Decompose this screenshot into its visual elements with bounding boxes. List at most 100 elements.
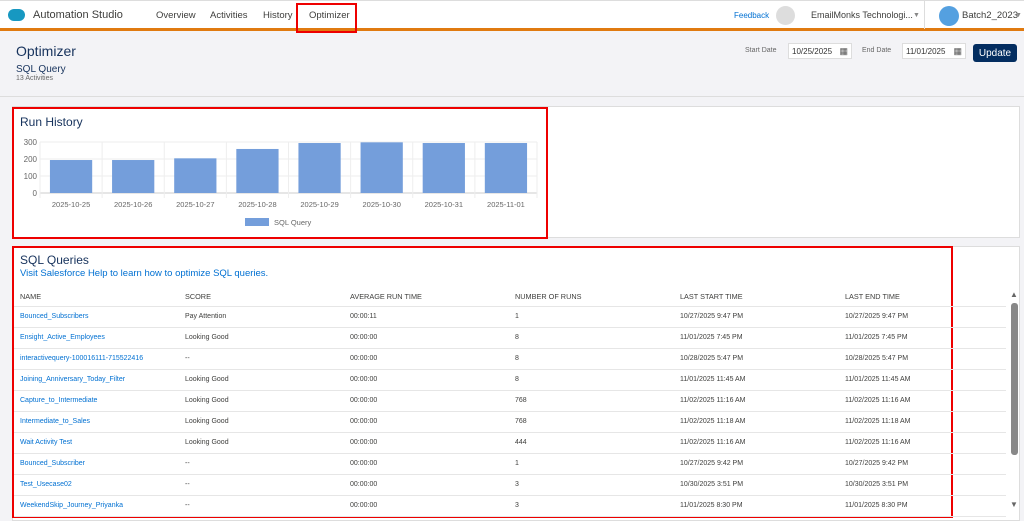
bar bbox=[484, 143, 528, 193]
table-row: interactivequery-100016111-715522416 -- 00… bbox=[14, 348, 1006, 370]
salesforce-cloud-logo bbox=[8, 9, 25, 21]
column-header[interactable]: LAST END TIME bbox=[839, 288, 1006, 307]
app-title: Automation Studio bbox=[33, 9, 123, 21]
user-avatar-icon[interactable] bbox=[939, 6, 959, 26]
org-switcher[interactable]: EmailMonks Technologi... bbox=[811, 10, 913, 20]
y-tick-label: 200 bbox=[24, 155, 38, 164]
query-name-link[interactable]: Bounced_Subscribers bbox=[14, 306, 179, 328]
table-cell: 00:00:00 bbox=[344, 327, 509, 349]
scrollbar[interactable]: ▲ ▼ bbox=[1008, 288, 1021, 512]
salesforce-help-link[interactable]: Visit Salesforce Help to learn how to op… bbox=[20, 268, 268, 279]
table-cell: 11/02/2025 11:16 AM bbox=[674, 390, 839, 412]
end-date-input[interactable]: 11/01/2025 ▦ bbox=[902, 43, 966, 59]
query-name-link[interactable]: Ensight_Active_Employees bbox=[14, 327, 179, 349]
column-header[interactable]: LAST START TIME bbox=[674, 288, 839, 307]
table-cell: 11/01/2025 11:45 AM bbox=[839, 369, 1006, 391]
table-row: Bounced_Subscriber -- 00:00:00 1 10/27/2025 … bbox=[14, 453, 1006, 475]
run-history-chart: 0 100 200 300 2025-10-25 2025-10-26 2025-10-27… bbox=[24, 138, 538, 227]
table-cell: 10/28/2025 5:47 PM bbox=[674, 348, 839, 370]
y-tick-label: 0 bbox=[33, 189, 38, 198]
table-cell: 11/01/2025 11:45 AM bbox=[674, 369, 839, 391]
query-name-link[interactable]: Intermediate_to_Sales bbox=[14, 411, 179, 433]
table-cell: Looking Good bbox=[179, 411, 344, 433]
table-cell: 11/02/2025 11:16 AM bbox=[839, 390, 1006, 412]
table-cell: 1 bbox=[509, 453, 674, 475]
x-tick-label: 2025-10-26 bbox=[114, 200, 152, 209]
table-cell: 10/27/2025 9:42 PM bbox=[839, 453, 1006, 475]
table-cell: 11/01/2025 7:45 PM bbox=[674, 327, 839, 349]
tab-overview[interactable]: Overview bbox=[156, 10, 196, 21]
tab-history[interactable]: History bbox=[263, 10, 293, 21]
end-date-label: End Date bbox=[862, 47, 892, 54]
table-cell: 00:00:00 bbox=[344, 453, 509, 475]
calendar-icon[interactable]: ▦ bbox=[953, 46, 962, 57]
start-date-label: Start Date bbox=[745, 47, 777, 54]
chart-title: Run History bbox=[20, 115, 83, 129]
table-cell: 8 bbox=[509, 327, 674, 349]
table-cell: 10/27/2025 9:42 PM bbox=[674, 453, 839, 475]
scroll-up-icon[interactable]: ▲ bbox=[1010, 290, 1018, 299]
table-cell: 11/02/2025 11:18 AM bbox=[674, 411, 839, 433]
table-cell: 11/02/2025 11:16 AM bbox=[839, 432, 1006, 454]
query-name-link[interactable]: Test_Usecase02 bbox=[14, 474, 179, 496]
table-cell: 00:00:00 bbox=[344, 495, 509, 517]
table-cell: 10/30/2025 3:51 PM bbox=[839, 474, 1006, 496]
tab-activities[interactable]: Activities bbox=[210, 10, 247, 21]
feedback-link[interactable]: Feedback bbox=[734, 11, 769, 20]
table-cell: 10/27/2025 9:47 PM bbox=[839, 306, 1006, 328]
column-header[interactable]: NUMBER OF RUNS bbox=[509, 288, 674, 307]
x-tick-label: 2025-10-25 bbox=[52, 200, 90, 209]
table-cell: 8 bbox=[509, 348, 674, 370]
table-cell: 00:00:00 bbox=[344, 474, 509, 496]
scroll-down-icon[interactable]: ▼ bbox=[1010, 500, 1018, 509]
column-header[interactable]: AVERAGE RUN TIME bbox=[344, 288, 509, 307]
top-bar: Automation Studio Overview Activities Hi… bbox=[0, 0, 1024, 33]
page-header: Optimizer SQL Query 13 Activities Start … bbox=[0, 31, 1024, 97]
activity-count: 13 Activities bbox=[16, 75, 53, 82]
table-row: Joining_Anniversary_Today_Filter Looking … bbox=[14, 369, 1006, 391]
table-cell: 00:00:00 bbox=[344, 348, 509, 370]
table-cell: 1 bbox=[509, 306, 674, 328]
table-cell: 11/01/2025 7:45 PM bbox=[839, 327, 1006, 349]
bar bbox=[422, 143, 465, 193]
query-name-link[interactable]: interactivequery-100016111-715522416 bbox=[14, 348, 179, 370]
table-cell: 11/01/2025 8:30 PM bbox=[674, 495, 839, 517]
query-name-link[interactable]: WeekendSkip_Journey_Priyanka bbox=[14, 495, 179, 517]
table-row: WeekendSkip_Journey_Priyanka -- 00:00:00 3 1… bbox=[14, 495, 1006, 517]
user-menu[interactable]: Batch2_2023 bbox=[962, 10, 1018, 21]
legend-label: SQL Query bbox=[274, 218, 311, 227]
table-cell: 10/27/2025 9:47 PM bbox=[674, 306, 839, 328]
table-cell: 3 bbox=[509, 495, 674, 517]
query-name-link[interactable]: Wait Activity Test bbox=[14, 432, 179, 454]
table-cell: -- bbox=[179, 348, 344, 370]
table-cell: 10/28/2025 5:47 PM bbox=[839, 348, 1006, 370]
table-cell: -- bbox=[179, 474, 344, 496]
chevron-down-icon[interactable]: ▼ bbox=[913, 12, 920, 19]
start-date-input[interactable]: 10/25/2025 ▦ bbox=[788, 43, 852, 59]
end-date-value: 11/01/2025 bbox=[906, 47, 946, 56]
query-name-link[interactable]: Joining_Anniversary_Today_Filter bbox=[14, 369, 179, 391]
y-tick-label: 100 bbox=[24, 172, 38, 181]
table-row: Wait Activity Test Looking Good 00:00:00 44… bbox=[14, 432, 1006, 454]
bar bbox=[174, 158, 217, 193]
table-row: Capture_to_Intermediate Looking Good 00:00… bbox=[14, 390, 1006, 412]
column-header[interactable]: SCORE bbox=[179, 288, 344, 307]
column-header[interactable]: NAME bbox=[14, 288, 179, 307]
table-cell: 00:00:11 bbox=[344, 306, 509, 328]
update-button[interactable]: Update bbox=[973, 44, 1017, 62]
x-tick-label: 2025-10-29 bbox=[300, 200, 338, 209]
table-cell: 8 bbox=[509, 369, 674, 391]
chevron-down-icon[interactable]: ▼ bbox=[1015, 12, 1022, 19]
table-cell: Looking Good bbox=[179, 327, 344, 349]
bar bbox=[49, 160, 93, 193]
table-row: Ensight_Active_Employees Looking Good 00:0… bbox=[14, 327, 1006, 349]
query-name-link[interactable]: Capture_to_Intermediate bbox=[14, 390, 179, 412]
scrollbar-thumb[interactable] bbox=[1011, 303, 1018, 455]
table-cell: 00:00:00 bbox=[344, 369, 509, 391]
calendar-icon[interactable]: ▦ bbox=[839, 46, 848, 57]
table-cell: Pay Attention bbox=[179, 306, 344, 328]
table-cell: Looking Good bbox=[179, 432, 344, 454]
table-cell: 11/01/2025 8:30 PM bbox=[839, 495, 1006, 517]
query-name-link[interactable]: Bounced_Subscriber bbox=[14, 453, 179, 475]
x-tick-label: 2025-10-30 bbox=[363, 200, 401, 209]
